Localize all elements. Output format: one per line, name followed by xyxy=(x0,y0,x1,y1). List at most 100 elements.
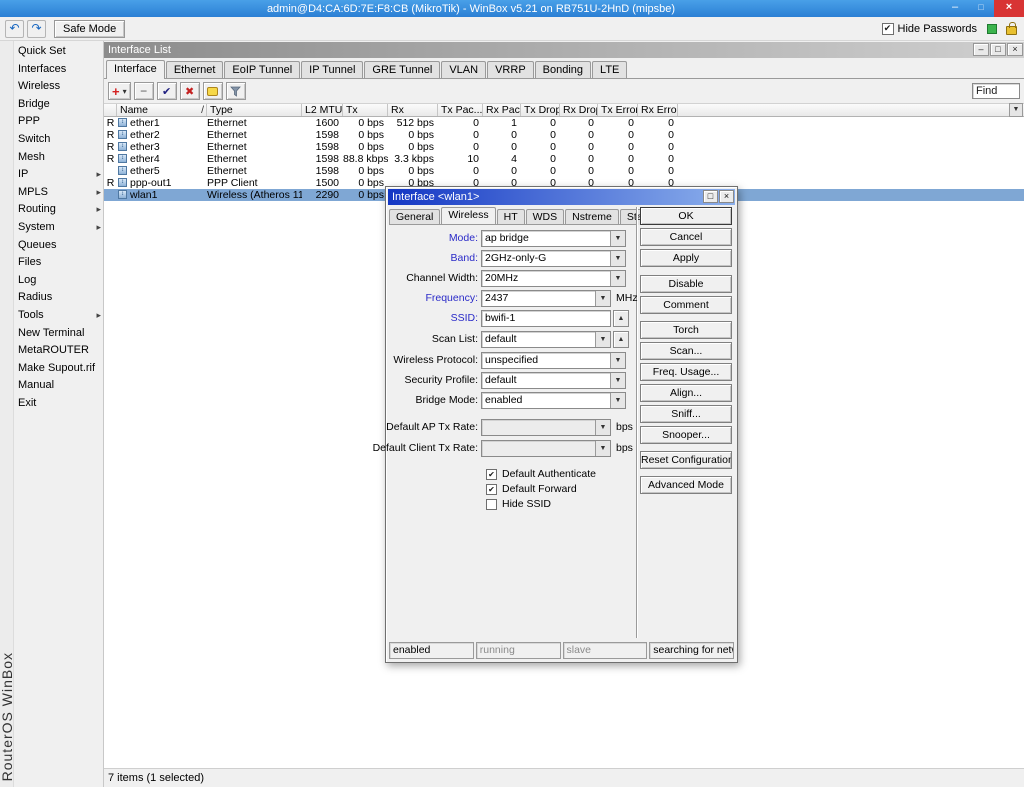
safe-mode-button[interactable]: Safe Mode xyxy=(54,20,125,38)
table-row-ether2[interactable]: R ether2 Ethernet 1598 0 bps 0 bps 0 0 0… xyxy=(104,129,1024,141)
sidebar-item-log[interactable]: Log xyxy=(14,272,103,290)
filter-button[interactable] xyxy=(226,82,246,100)
sidebar-item-mpls[interactable]: MPLS▸ xyxy=(14,184,103,202)
sidebar-item-radius[interactable]: Radius xyxy=(14,289,103,307)
band-dropdown[interactable]: 2GHz-only-G ▼ xyxy=(481,250,626,267)
collapse-up-icon[interactable]: ▲ xyxy=(613,310,629,327)
dropdown-arrow-icon[interactable]: ▼ xyxy=(595,441,610,456)
collapse-up-icon[interactable]: ▲ xyxy=(613,331,629,348)
tab-general[interactable]: General xyxy=(389,209,440,225)
table-row-ether5[interactable]: ether5 Ethernet 1598 0 bps 0 bps 0 0 0 0… xyxy=(104,165,1024,177)
sidebar-item-switch[interactable]: Switch xyxy=(14,131,103,149)
frequency-combo[interactable]: 2437 ▼ xyxy=(481,290,611,307)
window-titlebar[interactable]: admin@D4:CA:6D:7E:F8:CB (MikroTik) - Win… xyxy=(0,0,1024,17)
redo-icon[interactable]: ↷ xyxy=(27,20,46,38)
sidebar-item-wireless[interactable]: Wireless xyxy=(14,78,103,96)
column-header-tx[interactable]: Tx xyxy=(343,104,388,116)
tab-wds[interactable]: WDS xyxy=(526,209,565,225)
tab-vrrp[interactable]: VRRP xyxy=(487,61,534,78)
sidebar-item-queues[interactable]: Queues xyxy=(14,237,103,255)
cancel-button[interactable]: Cancel xyxy=(640,228,732,246)
sidebar-item-ppp[interactable]: PPP xyxy=(14,113,103,131)
dialog-titlebar[interactable]: Interface <wlan1> □ × xyxy=(388,189,735,205)
table-row-ether1[interactable]: R ether1 Ethernet 1600 0 bps 512 bps 0 1… xyxy=(104,117,1024,129)
interface-list-titlebar[interactable]: Interface List – □ × xyxy=(104,42,1024,58)
reset-configuration-button[interactable]: Reset Configuration xyxy=(640,451,732,469)
add-button[interactable]: +▾ xyxy=(108,82,131,100)
dropdown-arrow-icon[interactable]: ▼ xyxy=(610,353,625,368)
sidebar-item-routing[interactable]: Routing▸ xyxy=(14,201,103,219)
column-header-rx-pac[interactable]: Rx Pac... xyxy=(483,104,521,116)
security-profile-dropdown[interactable]: default ▼ xyxy=(481,372,626,389)
column-header-tx-errors[interactable]: Tx Errors xyxy=(598,104,638,116)
column-select-button[interactable]: ▼ xyxy=(1009,103,1023,117)
sidebar-item-new-terminal[interactable]: New Terminal xyxy=(14,325,103,343)
tab-eoip-tunnel[interactable]: EoIP Tunnel xyxy=(224,61,300,78)
scan-list-dropdown[interactable]: default ▼ xyxy=(481,331,611,348)
dropdown-arrow-icon[interactable]: ▼ xyxy=(595,332,610,347)
sniff-button[interactable]: Sniff... xyxy=(640,405,732,423)
tab-interface[interactable]: Interface xyxy=(106,60,165,79)
apply-button[interactable]: Apply xyxy=(640,249,732,267)
enable-button[interactable]: ✔ xyxy=(157,82,177,100)
tab-ht[interactable]: HT xyxy=(497,209,525,225)
hide-passwords-checkbox[interactable]: ✔ Hide Passwords xyxy=(882,23,977,35)
default-forward-checkbox[interactable]: ✔ Default Forward xyxy=(486,482,577,496)
minimize-button[interactable]: – xyxy=(942,0,968,17)
sidebar-item-tools[interactable]: Tools▸ xyxy=(14,307,103,325)
column-header-flag[interactable] xyxy=(104,104,117,116)
freq-usage-button[interactable]: Freq. Usage... xyxy=(640,363,732,381)
tab-ethernet[interactable]: Ethernet xyxy=(166,61,224,78)
column-header-rx-drops[interactable]: Rx Drops xyxy=(560,104,598,116)
hide-ssid-checkbox[interactable]: Hide SSID xyxy=(486,497,551,511)
column-header-l2mtu[interactable]: L2 MTU xyxy=(302,104,343,116)
dropdown-arrow-icon[interactable]: ▼ xyxy=(610,231,625,246)
tab-gre-tunnel[interactable]: GRE Tunnel xyxy=(364,61,440,78)
column-header-tx-pac[interactable]: Tx Pac... xyxy=(438,104,483,116)
dialog-restore-button[interactable]: □ xyxy=(703,190,718,203)
default-client-tx-rate-input[interactable]: ▼ xyxy=(481,440,611,457)
dropdown-arrow-icon[interactable]: ▼ xyxy=(610,393,625,408)
close-button[interactable]: × xyxy=(994,0,1024,17)
undo-icon[interactable]: ↶ xyxy=(5,20,24,38)
table-row-ether3[interactable]: R ether3 Ethernet 1598 0 bps 0 bps 0 0 0… xyxy=(104,141,1024,153)
ssid-input[interactable]: bwifi-1 xyxy=(481,310,611,327)
tab-nstreme[interactable]: Nstreme xyxy=(565,209,619,225)
dropdown-arrow-icon[interactable]: ▼ xyxy=(610,271,625,286)
align-button[interactable]: Align... xyxy=(640,384,732,402)
sidebar-item-files[interactable]: Files xyxy=(14,254,103,272)
ok-button[interactable]: OK xyxy=(640,207,732,225)
tab-bonding[interactable]: Bonding xyxy=(535,61,591,78)
dialog-close-button[interactable]: × xyxy=(719,190,734,203)
sidebar-item-manual[interactable]: Manual xyxy=(14,377,103,395)
comment-button[interactable]: Comment xyxy=(640,296,732,314)
mode-dropdown[interactable]: ap bridge ▼ xyxy=(481,230,626,247)
interface-list-close-button[interactable]: × xyxy=(1007,43,1023,56)
table-row-ether4[interactable]: R ether4 Ethernet 1598 88.8 kbps 3.3 kbp… xyxy=(104,153,1024,165)
dropdown-arrow-icon[interactable]: ▼ xyxy=(595,291,610,306)
sidebar-item-exit[interactable]: Exit xyxy=(14,395,103,413)
sidebar-item-mesh[interactable]: Mesh xyxy=(14,149,103,167)
sidebar-item-system[interactable]: System▸ xyxy=(14,219,103,237)
disable-button[interactable]: ✖ xyxy=(180,82,200,100)
dropdown-arrow-icon[interactable]: ▼ xyxy=(595,420,610,435)
tab-ip-tunnel[interactable]: IP Tunnel xyxy=(301,61,363,78)
sidebar-item-bridge[interactable]: Bridge xyxy=(14,96,103,114)
tab-lte[interactable]: LTE xyxy=(592,61,627,78)
torch-button[interactable]: Torch xyxy=(640,321,732,339)
remove-button[interactable]: − xyxy=(134,82,154,100)
find-input[interactable] xyxy=(972,83,1020,99)
tab-vlan[interactable]: VLAN xyxy=(441,61,486,78)
sidebar-item-interfaces[interactable]: Interfaces xyxy=(14,61,103,79)
sidebar-item-metarouter[interactable]: MetaROUTER xyxy=(14,342,103,360)
column-header-rx-errors[interactable]: Rx Errors xyxy=(638,104,678,116)
column-header-rx[interactable]: Rx xyxy=(388,104,438,116)
dropdown-arrow-icon[interactable]: ▼ xyxy=(610,373,625,388)
sidebar-item-quick-set[interactable]: Quick Set xyxy=(14,43,103,61)
interface-list-minimize-button[interactable]: – xyxy=(973,43,989,56)
bridge-mode-dropdown[interactable]: enabled ▼ xyxy=(481,392,626,409)
advanced-mode-button[interactable]: Advanced Mode xyxy=(640,476,732,494)
interface-list-maximize-button[interactable]: □ xyxy=(990,43,1006,56)
column-header-name[interactable]: Name/ xyxy=(117,104,207,116)
add-dropdown-icon[interactable]: ▾ xyxy=(123,87,127,96)
